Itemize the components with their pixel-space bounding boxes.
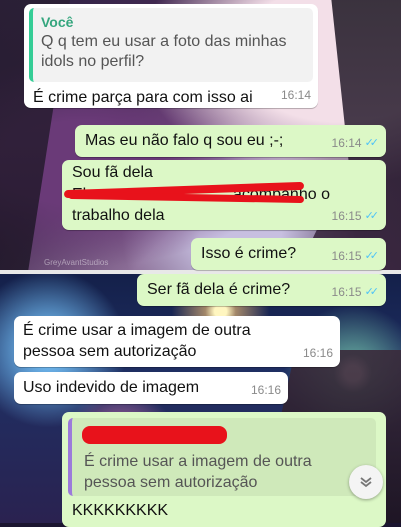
watermark: GreyAvantStudios <box>44 258 109 267</box>
message-meta: 16:16 <box>303 343 333 363</box>
message-outgoing[interactable]: Mas eu não falo q sou eu ;-; 16:14 ✓✓ <box>75 125 386 157</box>
message-outgoing[interactable]: Isso é crime? 16:15 ✓✓ <box>191 238 386 270</box>
message-meta: 16:15 ✓✓ <box>331 206 380 226</box>
message-meta: 16:14 <box>281 85 311 105</box>
message-incoming[interactable]: Uso indevido de imagem 16:16 <box>14 372 288 404</box>
message-meta: 16:16 <box>251 380 281 400</box>
message-time: 16:14 <box>331 136 362 150</box>
double-check-icon: ✓✓ <box>364 286 380 298</box>
message-text: É crime usar a imagem de outra <box>23 322 251 339</box>
double-check-icon: ✓✓ <box>364 250 380 262</box>
message-meta: 16:14 ✓✓ <box>331 133 380 153</box>
double-check-icon: ✓✓ <box>364 137 380 149</box>
message-text: Isso é crime? <box>201 245 297 262</box>
message-meta: 16:15 ✓✓ <box>331 246 380 266</box>
quoted-text: idols no perfil? <box>41 53 145 70</box>
message-outgoing[interactable]: Ser fã dela é crime? 16:15 ✓✓ <box>137 274 386 306</box>
message-text: Sou fã dela <box>72 164 153 181</box>
message-outgoing[interactable]: É crime usar a imagem de outra pessoa se… <box>62 412 386 527</box>
message-incoming[interactable]: Você Q q tem eu usar a foto das minhas i… <box>24 4 318 108</box>
message-text: É crime parça para com isso ai <box>33 89 253 106</box>
quoted-message[interactable]: Você Q q tem eu usar a foto das minhas i… <box>29 8 313 82</box>
message-time: 16:16 <box>250 383 281 397</box>
quoted-message[interactable]: É crime usar a imagem de outra pessoa se… <box>68 418 376 496</box>
message-time: 16:15 <box>331 285 362 299</box>
message-text: pessoa sem autorização <box>23 343 197 360</box>
message-incoming[interactable]: É crime usar a imagem de outra pessoa se… <box>14 316 340 367</box>
message-text: Mas eu não falo q sou eu ;-; <box>85 132 284 149</box>
quoted-text: pessoa sem autorização <box>84 474 258 491</box>
message-text: KKKKKKKKK <box>72 502 169 519</box>
message-text: Ser fã dela é crime? <box>147 281 291 298</box>
double-check-icon: ✓✓ <box>364 210 380 222</box>
message-time: 16:14 <box>280 88 311 102</box>
message-text: trabalho dela <box>72 207 165 224</box>
message-time: 16:16 <box>302 346 333 360</box>
message-outgoing[interactable]: Sou fã dela Ela acompanho o trabalho del… <box>62 160 386 230</box>
message-time: 16:15 <box>331 209 362 223</box>
redacted-author <box>82 426 227 444</box>
scroll-down-button[interactable] <box>349 465 383 499</box>
quoted-author: Você <box>41 14 74 30</box>
message-text: Uso indevido de imagem <box>23 379 200 396</box>
quoted-text: Q q tem eu usar a foto das minhas <box>41 33 287 50</box>
quoted-text: É crime usar a imagem de outra <box>84 453 312 470</box>
message-time: 16:15 <box>331 249 362 263</box>
message-meta: 16:15 ✓✓ <box>331 282 380 302</box>
double-chevron-down-icon <box>360 477 372 488</box>
